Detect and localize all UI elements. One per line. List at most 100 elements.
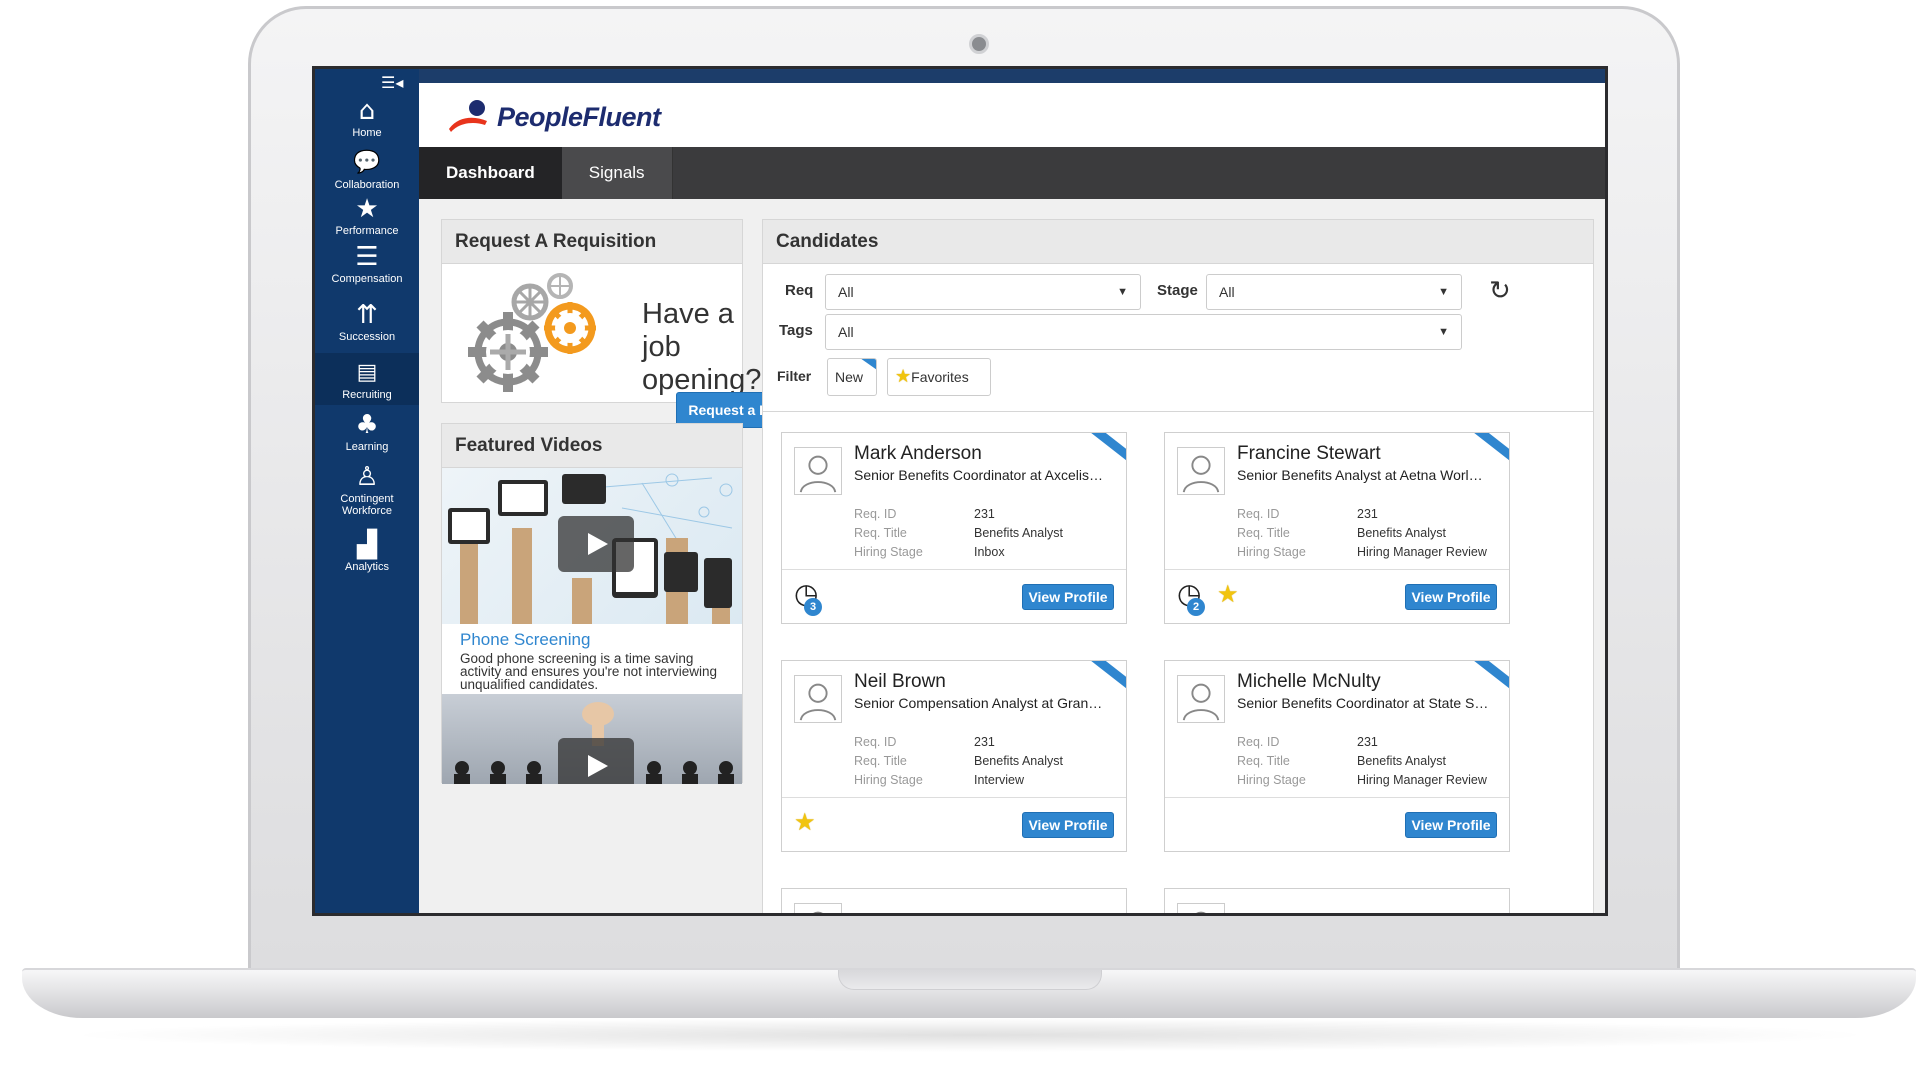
play-icon[interactable] <box>558 516 634 572</box>
candidate-name[interactable]: Neil Brown <box>854 671 946 693</box>
sidebar-item-label: Contingent Workforce <box>340 493 394 517</box>
requisition-prompt: Have a job opening? <box>642 298 762 396</box>
app-screen: ☰◂ ⌂ Home 💬 Collaboration ★ Performance … <box>312 66 1608 916</box>
avatar-placeholder-icon <box>1177 675 1225 723</box>
coins-icon: ☰ <box>355 242 379 272</box>
brand-name: PeopleFluent <box>497 101 661 132</box>
req-filter-label: Req <box>785 282 814 299</box>
chevron-down-icon: ▼ <box>1438 286 1449 298</box>
sidebar-item-recruiting[interactable]: ▤ Recruiting <box>315 353 419 405</box>
featured-videos-panel: Featured Videos Phone Screening Good pho… <box>441 423 743 784</box>
avatar-placeholder-icon <box>794 903 842 913</box>
avatar-placeholder-icon <box>794 675 842 723</box>
briefcase-icon: ▤ <box>356 360 378 385</box>
sidebar-item-collaboration[interactable]: 💬 Collaboration <box>315 149 419 197</box>
new-corner-marker <box>1468 433 1509 466</box>
panel-title: Request A Requisition <box>442 220 742 264</box>
laptop-notch <box>838 970 1102 990</box>
refresh-icon[interactable]: ↻ <box>1489 276 1511 306</box>
sidebar-item-contingent-workforce[interactable]: ♙ Contingent Workforce <box>315 463 419 523</box>
tab-signals[interactable]: Signals <box>561 147 673 199</box>
sidebar-item-performance[interactable]: ★ Performance <box>315 195 419 243</box>
sidebar-nav: ☰◂ ⌂ Home 💬 Collaboration ★ Performance … <box>315 69 419 913</box>
laptop-shadow <box>60 1018 1880 1052</box>
sidebar-item-label: Compensation <box>331 273 403 285</box>
org-chart-icon: ⇈ <box>356 300 378 330</box>
sidebar-item-label: Collaboration <box>334 179 400 191</box>
camera-icon <box>969 34 989 54</box>
star-icon: ★ <box>355 194 379 224</box>
avatar-placeholder-icon <box>1177 447 1225 495</box>
menu-collapse-icon[interactable]: ☰◂ <box>381 75 403 91</box>
card-footer: View Profile <box>1165 797 1509 851</box>
candidate-card <box>781 888 1127 913</box>
candidate-name[interactable]: Mark Anderson <box>854 443 982 465</box>
home-icon: ⌂ <box>358 96 376 126</box>
card-footer: ◷ 3 View Profile <box>782 569 1126 623</box>
bar-chart-icon: ▟ <box>357 530 377 560</box>
tab-dashboard[interactable]: Dashboard <box>419 147 562 199</box>
view-profile-button[interactable]: View Profile <box>1405 584 1497 610</box>
gears-icon <box>468 273 596 392</box>
stage-select[interactable]: All ▼ <box>1206 274 1462 310</box>
play-icon[interactable] <box>558 738 634 784</box>
candidate-details: Req. ID 231 Req. Title Benefits Analyst Hi… <box>854 735 1063 787</box>
new-corner-marker <box>1085 661 1126 694</box>
candidate-card: Mark Anderson Senior Benefits Coordinato… <box>781 432 1127 624</box>
favorite-star-icon[interactable]: ★ <box>1217 582 1239 606</box>
star-icon: ★ <box>895 366 912 387</box>
candidates-panel: Candidates Req All ▼ Stage All ▼ ↻ Tags Al… <box>762 219 1594 913</box>
video-title[interactable]: Phone Screening <box>442 624 742 650</box>
person-clock-icon: ♙ <box>355 462 379 492</box>
new-filter-button[interactable]: New <box>827 358 877 396</box>
sidebar-item-succession[interactable]: ⇈ Succession <box>315 301 419 353</box>
chevron-down-icon: ▼ <box>1438 326 1449 338</box>
video-thumbnail[interactable] <box>442 694 742 784</box>
sidebar-item-label: Succession <box>338 331 396 343</box>
favorite-star-icon[interactable]: ★ <box>794 810 816 834</box>
candidate-card <box>1164 888 1510 913</box>
candidate-name[interactable]: Michelle McNulty <box>1237 671 1381 693</box>
panel-title: Candidates <box>763 220 1593 264</box>
new-corner-marker <box>1085 433 1126 466</box>
activity-count-badge: 2 <box>1187 598 1205 616</box>
view-profile-button[interactable]: View Profile <box>1405 812 1497 838</box>
sidebar-item-analytics[interactable]: ▟ Analytics <box>315 531 419 583</box>
view-profile-button[interactable]: View Profile <box>1022 812 1114 838</box>
chat-bubbles-icon: 💬 <box>353 150 381 175</box>
candidate-filters: Req All ▼ Stage All ▼ ↻ Tags All ▼ Filter <box>763 264 1593 412</box>
sidebar-item-home[interactable]: ⌂ Home <box>315 97 419 145</box>
new-corner-marker <box>1468 661 1509 694</box>
tags-select[interactable]: All ▼ <box>825 314 1462 350</box>
requisition-panel: Request A Requisition Have a job opening… <box>441 219 798 428</box>
brand-logo[interactable]: PeopleFluent <box>447 97 661 137</box>
avatar-placeholder-icon <box>794 447 842 495</box>
tags-filter-label: Tags <box>779 322 813 339</box>
stage-filter-label: Stage <box>1157 282 1198 299</box>
req-select[interactable]: All ▼ <box>825 274 1141 310</box>
card-footer: ◷ 2 ★ View Profile <box>1165 569 1509 623</box>
candidate-title: Senior Benefits Coordinator at Axcelis… <box>854 467 1104 483</box>
candidate-card: Francine Stewart Senior Benefits Analyst… <box>1164 432 1510 624</box>
sidebar-item-label: Recruiting <box>342 389 392 401</box>
video-description: Good phone screening is a time saving ac… <box>460 651 717 692</box>
candidate-title: Senior Compensation Analyst at Gran… <box>854 695 1103 711</box>
sidebar-item-label: Performance <box>335 225 399 237</box>
candidate-name[interactable]: Francine Stewart <box>1237 443 1381 465</box>
candidate-details: Req. ID 231 Req. Title Benefits Analyst Hi… <box>854 507 1063 559</box>
laptop-mockup: ☰◂ ⌂ Home 💬 Collaboration ★ Performance … <box>0 0 1920 1073</box>
dashboard-content: Request A Requisition Have a job opening… <box>419 199 1605 913</box>
logo-icon <box>449 100 487 132</box>
favorites-filter-button[interactable]: ★Favorites <box>887 358 991 396</box>
top-strip <box>315 69 1605 83</box>
candidate-title: Senior Benefits Analyst at Aetna Worl… <box>1237 467 1483 483</box>
avatar-placeholder-icon <box>1177 903 1225 913</box>
panel-title: Featured Videos <box>442 424 742 468</box>
candidate-card: Neil Brown Senior Compensation Analyst a… <box>781 660 1127 852</box>
sidebar-item-learning[interactable]: ♣ Learning <box>315 411 419 463</box>
video-thumbnail[interactable] <box>442 468 742 624</box>
sidebar-item-compensation[interactable]: ☰ Compensation <box>315 243 419 295</box>
candidate-details: Req. ID 231 Req. Title Benefits Analyst Hi… <box>1237 507 1487 559</box>
view-profile-button[interactable]: View Profile <box>1022 584 1114 610</box>
candidate-title: Senior Benefits Coordinator at State S… <box>1237 695 1489 711</box>
